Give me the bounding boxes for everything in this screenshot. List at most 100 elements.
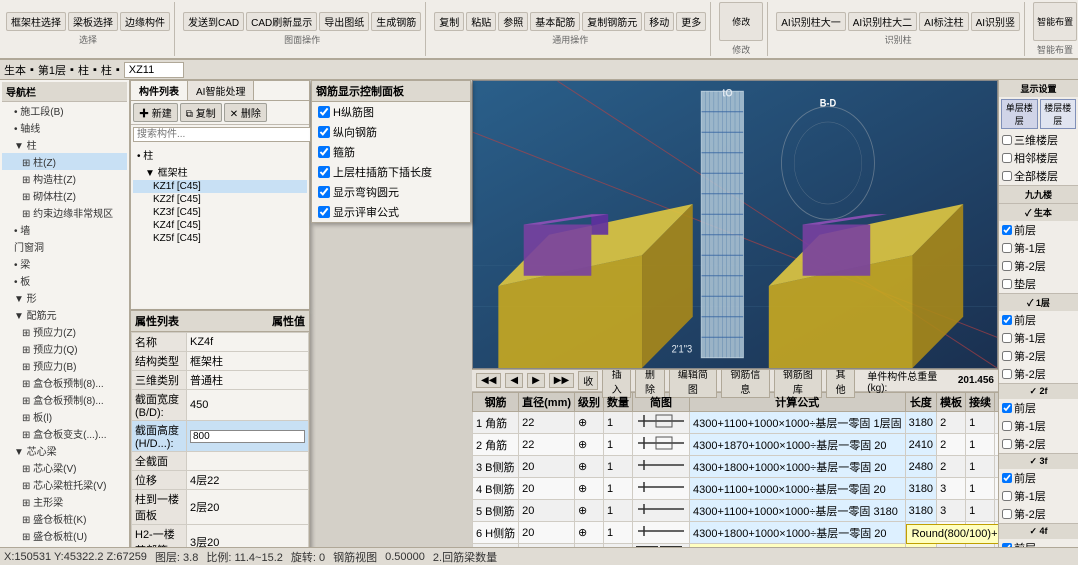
sidebar-item-pile-k[interactable]: ⊞ 盛仓板桩(K) [2, 510, 127, 527]
sidebar-item-core-v[interactable]: ⊞ 芯心梁(V) [2, 459, 127, 476]
tb-btn-export[interactable]: 导出图纸 [319, 12, 369, 31]
sidebar-item-col-d[interactable]: ⊞ 约束边缘非常规区 [2, 204, 127, 221]
rebar-cb-formula[interactable] [318, 206, 330, 218]
tb-btn-smart-layout[interactable]: 智能布置 [1033, 2, 1077, 41]
table-row[interactable]: 箍筋 8 ⊕ 195 410 760 2×(760+410)+13.57×+1) [473, 544, 999, 548]
col-tab-ai[interactable]: AI智能处理 [188, 81, 254, 100]
col-tab-list[interactable]: 构件列表 [131, 81, 188, 100]
tree-kz3[interactable]: KZ3f [C45] [133, 206, 307, 219]
cb-3f-cur[interactable] [1002, 473, 1012, 483]
check-2f-2[interactable]: 第-2层 [999, 435, 1078, 453]
btn-single-floor[interactable]: 单层楼层 [1001, 99, 1038, 129]
col-new-btn[interactable]: ✚ 新建 [133, 103, 178, 122]
sidebar-item-col-z[interactable]: ⊞ 柱(Z) [2, 153, 127, 170]
rebar-nav-prev[interactable]: ◀ [505, 373, 523, 388]
check-3d-floor[interactable]: 三维楼层 [999, 131, 1078, 149]
tree-kz5[interactable]: KZ5f [C45] [133, 232, 307, 245]
cb-2f-1[interactable] [1002, 421, 1012, 431]
rebar-nav-first[interactable]: ◀◀ [476, 373, 501, 388]
tree-kz4[interactable]: KZ4f [C45] [133, 219, 307, 232]
sidebar-item-axis[interactable]: • 轴线 [2, 119, 127, 136]
sidebar-item-box-l[interactable]: ⊞ 盒仓板变支(...)... [2, 425, 127, 442]
tb-btn-edge[interactable]: 边缘构件 [120, 12, 170, 31]
check-3f-cur[interactable]: 前层 [999, 469, 1078, 487]
prop-val-name[interactable]: KZ4f [187, 333, 309, 352]
sidebar-item-prestress-b[interactable]: ⊞ 预应力(B) [2, 357, 127, 374]
rebar-check-hz[interactable]: H纵筋图 [312, 102, 470, 122]
check-sheng-1[interactable]: 第-1层 [999, 239, 1078, 257]
check-sheng-2[interactable]: 第-2层 [999, 257, 1078, 275]
cb-sheng-cur[interactable] [1002, 225, 1012, 235]
sidebar-item-stair[interactable]: ▼ 形 [2, 289, 127, 306]
cb-3f-1[interactable] [1002, 491, 1012, 501]
tb-btn-move[interactable]: 移动 [644, 12, 674, 31]
tb-btn-paste[interactable]: 粘贴 [466, 12, 496, 31]
table-row[interactable]: 5 B侧筋 20 ⊕ 1 4300+1100+1000×1000÷基层一零固 3… [473, 500, 999, 522]
btn-multi-floor[interactable]: 楼层楼层 [1040, 99, 1077, 129]
tb-btn-cad-refresh[interactable]: CAD刷新显示 [246, 12, 317, 31]
tb-btn-send-cad[interactable]: 发送到CAD [183, 12, 244, 31]
cb-sheng-2[interactable] [1002, 261, 1012, 271]
cb-1f-cur[interactable] [1002, 315, 1012, 325]
rebar-btn-edit-shape[interactable]: 编辑简图 [669, 369, 717, 398]
cb-adj-floor[interactable] [1002, 153, 1012, 163]
col-type-search[interactable] [133, 127, 311, 142]
sidebar-item-core-edge[interactable]: ⊞ 芯心梁桩托梁(V) [2, 476, 127, 493]
prop-val-struct[interactable]: 框架柱 [187, 352, 309, 371]
check-1f-below[interactable]: 第-2层 [999, 365, 1078, 383]
tb-btn-beam-select[interactable]: 梁板选择 [68, 12, 118, 31]
cb-all-floor[interactable] [1002, 171, 1012, 181]
sidebar-item-main-beam[interactable]: ⊞ 主形梁 [2, 493, 127, 510]
tree-kz2[interactable]: KZ2f [C45] [133, 193, 307, 206]
prop-input-height[interactable] [190, 430, 305, 443]
prop-val-h2[interactable]: 3层20 [187, 525, 309, 548]
check-sheng-cur[interactable]: 前层 [999, 221, 1078, 239]
cb-2f-2[interactable] [1002, 439, 1012, 449]
table-row[interactable]: 1 角筋 22 ⊕ 1 4300+1100+1 [473, 412, 999, 434]
table-row[interactable]: 4 B侧筋 20 ⊕ 1 4300+1100+1000×1000÷基层一零固 2… [473, 478, 999, 500]
check-adj-floor[interactable]: 相邻楼层 [999, 149, 1078, 167]
tree-frame-col[interactable]: ▼ 框架柱 [133, 163, 307, 180]
tb-btn-ai2[interactable]: AI识别柱大二 [848, 12, 917, 31]
table-row[interactable]: 3 B侧筋 20 ⊕ 1 4300+1800+1000×1000÷基层一零固 2… [473, 456, 999, 478]
check-3f-1[interactable]: 第-1层 [999, 487, 1078, 505]
view-3d[interactable]: B-D 2'1"3 tO [472, 80, 998, 369]
rebar-check-hook[interactable]: 显示弯钩圆元 [312, 182, 470, 202]
prop-val-3dtype[interactable]: 普通柱 [187, 371, 309, 390]
tb-btn-ai1[interactable]: AI识别柱大一 [776, 12, 845, 31]
cb-1f-below[interactable] [1002, 369, 1012, 379]
rebar-cb-hz[interactable] [318, 106, 330, 118]
rebar-cb-vertical[interactable] [318, 126, 330, 138]
sidebar-item-rebar-group[interactable]: ▼ 配筋元 [2, 306, 127, 323]
rebar-check-vertical[interactable]: 纵向钢筋 [312, 122, 470, 142]
check-1f-cur[interactable]: 前层 [999, 311, 1078, 329]
tb-btn-ai4[interactable]: AI识别竖 [971, 12, 1020, 31]
tb-btn-copy[interactable]: 复制 [434, 12, 464, 31]
rebar-btn-rebar-info[interactable]: 钢筋信息 [721, 369, 769, 398]
cb-sheng-1[interactable] [1002, 243, 1012, 253]
check-2f-cur[interactable]: 前层 [999, 399, 1078, 417]
col-copy-btn[interactable]: ⧉ 复制 [180, 103, 222, 122]
tb-btn-frame-select[interactable]: 框架柱选择 [6, 12, 66, 31]
prop-val-height[interactable] [187, 421, 309, 452]
tb-btn-ref[interactable]: 参照 [498, 12, 528, 31]
sidebar-item-count-s[interactable]: ⊞ 盒仓板预制(8)... [2, 374, 127, 391]
prop-val-width[interactable]: 450 [187, 390, 309, 421]
col-del-btn[interactable]: ✕ 删除 [224, 103, 267, 122]
rebar-cb-stirrup[interactable] [318, 146, 330, 158]
prop-val-full[interactable] [187, 452, 309, 471]
check-1f-1[interactable]: 第-1层 [999, 329, 1078, 347]
cb-sheng-pad[interactable] [1002, 279, 1012, 289]
tb-btn-more[interactable]: 更多 [676, 12, 706, 31]
sidebar-item-prestress-z[interactable]: ⊞ 预应力(Z) [2, 323, 127, 340]
table-row[interactable]: 2 角筋 22 ⊕ 1 4300+1870+1 [473, 434, 999, 456]
sidebar-item-count2[interactable]: ⊞ 盒仓板变支(...)... [2, 544, 127, 547]
sidebar-item-col-group[interactable]: ▼ 柱 [2, 136, 127, 153]
rebar-check-insert[interactable]: 上层柱插筋下插长度 [312, 162, 470, 182]
tb-btn-modify[interactable]: 修改 [719, 2, 763, 41]
rebar-btn-collapse[interactable]: 收 [578, 371, 598, 390]
cb-1f-2[interactable] [1002, 351, 1012, 361]
cb-1f-1[interactable] [1002, 333, 1012, 343]
check-3f-2[interactable]: 第-2层 [999, 505, 1078, 523]
tree-col-root[interactable]: • 柱 [133, 146, 307, 163]
